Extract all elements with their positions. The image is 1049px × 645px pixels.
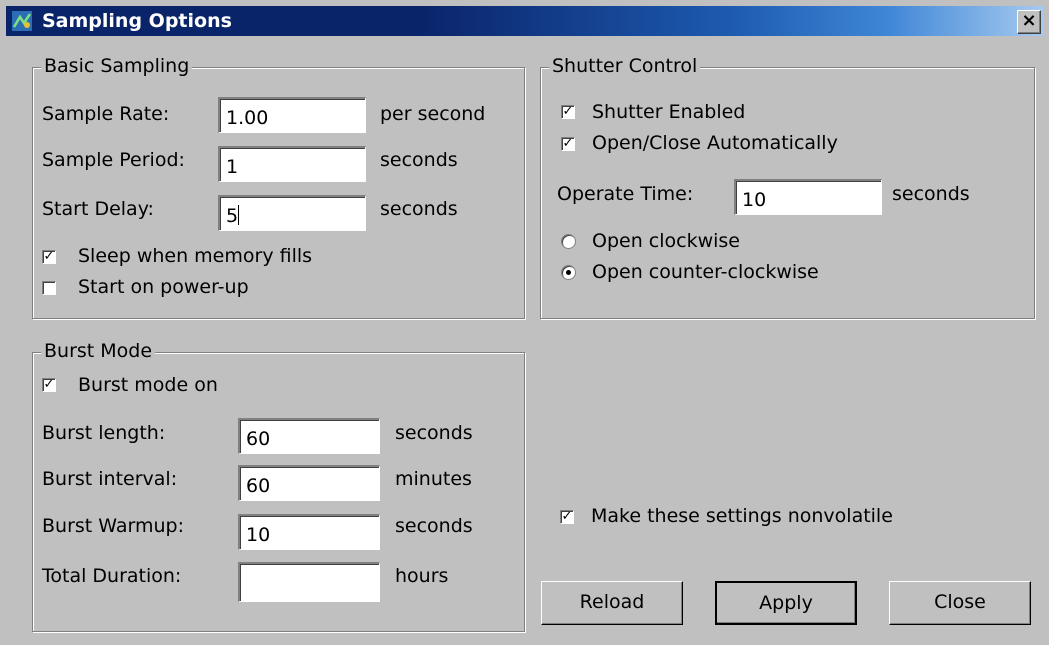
sample-rate-unit: per second [380,103,486,125]
start-delay-value: 5 [226,205,239,227]
burst-mode-checkbox[interactable]: ✓ [42,378,56,392]
window-title: Sampling Options [42,10,232,32]
burst-interval-unit: minutes [395,468,472,490]
shutter-enabled-label: Shutter Enabled [592,101,746,123]
burst-mode-label: Burst mode on [78,374,218,396]
radio-selected-dot [566,270,571,275]
shutter-control-legend: Shutter Control [549,55,701,77]
open-counter-clockwise-label: Open counter-clockwise [592,261,819,283]
shutter-control-group: Shutter Control ✓ Shutter Enabled ✓ Open… [540,55,1035,319]
sample-rate-label: Sample Rate: [42,103,170,125]
close-button[interactable]: Close [889,581,1031,625]
burst-mode-legend: Burst Mode [41,340,156,362]
sample-period-label: Sample Period: [42,149,185,171]
burst-length-unit: seconds [395,422,473,444]
open-clockwise-radio[interactable] [561,234,576,249]
power-up-checkbox[interactable] [42,281,56,295]
burst-warmup-label: Burst Warmup: [42,515,184,537]
sleep-label: Sleep when memory fills [78,245,313,267]
start-delay-input[interactable]: 5 [218,195,366,231]
burst-interval-input[interactable]: 60 [238,465,380,501]
total-duration-unit: hours [395,565,449,587]
burst-length-label: Burst length: [42,422,166,444]
burst-interval-label: Burst interval: [42,468,178,490]
sample-rate-input[interactable]: 1.00 [218,97,366,133]
title-bar[interactable]: Sampling Options × [6,6,1043,36]
open-clockwise-label: Open clockwise [592,230,740,252]
start-delay-unit: seconds [380,198,458,220]
apply-button[interactable]: Apply [715,581,857,625]
sample-period-unit: seconds [380,149,458,171]
open-counter-clockwise-radio[interactable] [561,265,576,280]
operate-time-label: Operate Time: [557,183,694,205]
burst-warmup-input[interactable]: 10 [238,514,380,550]
auto-open-close-label: Open/Close Automatically [592,132,838,154]
nonvolatile-label: Make these settings nonvolatile [591,505,893,527]
text-caret [238,205,240,225]
burst-warmup-unit: seconds [395,515,473,537]
sampling-options-dialog: Sampling Options × Basic Sampling Sample… [0,0,1049,645]
sleep-checkbox[interactable]: ✓ [42,250,56,264]
operate-time-input[interactable]: 10 [734,179,882,215]
basic-sampling-group: Basic Sampling Sample Rate: 1.00 per sec… [32,55,525,319]
total-duration-input[interactable] [238,562,380,602]
app-icon [12,11,32,31]
reload-button[interactable]: Reload [541,581,683,625]
total-duration-label: Total Duration: [42,565,182,587]
power-up-label: Start on power-up [78,276,249,298]
burst-mode-group: Burst Mode ✓ Burst mode on Burst length:… [32,340,525,632]
close-icon[interactable]: × [1017,10,1041,34]
operate-time-unit: seconds [892,183,970,205]
basic-sampling-legend: Basic Sampling [41,55,193,77]
shutter-enabled-checkbox[interactable]: ✓ [561,105,575,119]
start-delay-label: Start Delay: [42,198,154,220]
nonvolatile-checkbox[interactable]: ✓ [560,510,574,524]
burst-length-input[interactable]: 60 [238,418,380,454]
auto-open-close-checkbox[interactable]: ✓ [561,137,575,151]
sample-period-input[interactable]: 1 [218,146,366,182]
